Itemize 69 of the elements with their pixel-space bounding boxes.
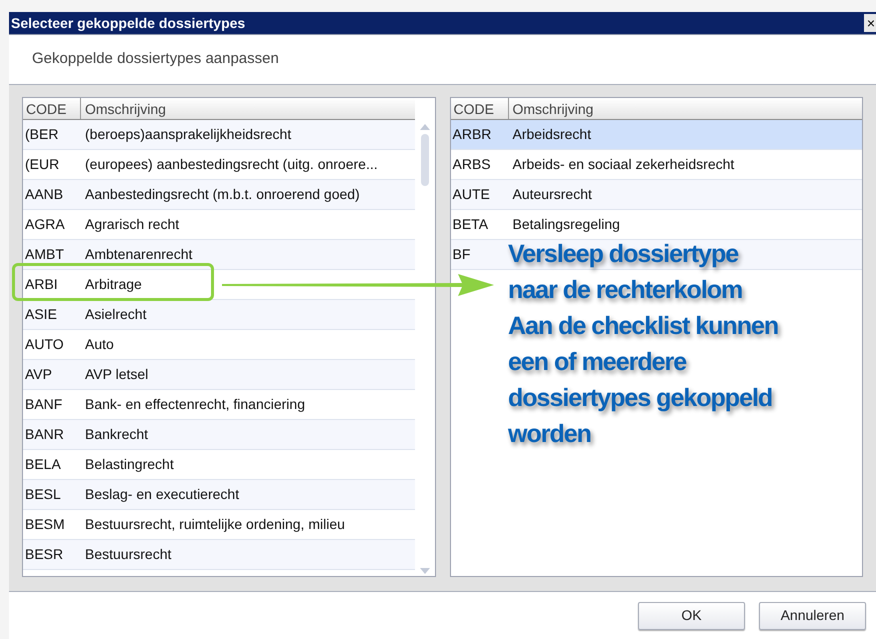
- list-row[interactable]: ARBS Arbeids- en sociaal zekerheidsrecht: [450, 150, 738, 179]
- annotation-text: Aan de checklist kunnen: [508, 311, 778, 342]
- list-row[interactable]: BESM Bestuursrecht, ruimtelijke ordening, milieu: [23, 510, 349, 539]
- code-cell-text: AUTO: [24, 335, 65, 354]
- code-cell-text: BESM: [24, 515, 66, 534]
- column-header[interactable]: CODE: [450, 98, 508, 119]
- description-cell-text: Bestuursrecht, ruimtelijke ordening, milieu: [84, 515, 346, 534]
- column-header[interactable]: Omschrijving: [81, 98, 414, 119]
- description-cell-text: Betalingsregeling: [512, 215, 621, 234]
- list-row[interactable]: BETA Betalingsregeling: [450, 210, 656, 239]
- window-title: Selecteer gekoppelde dossiertypes: [11, 14, 246, 33]
- list-row[interactable]: BANF Bank- en effectenrecht, financiering: [23, 390, 309, 419]
- code-cell-text: AANB: [24, 185, 64, 204]
- code-cell-text: AGRA: [24, 215, 66, 234]
- scroll-thumb[interactable]: [420, 134, 428, 186]
- description-cell-text: Bank- en effectenrecht, financiering: [84, 395, 306, 414]
- close-button[interactable]: ×: [864, 14, 876, 32]
- dialog-heading: Gekoppelde dossiertypes aanpassen: [32, 48, 279, 69]
- list-row[interactable]: BELA Belastingrecht: [23, 450, 219, 479]
- code-cell-text: (BER: [24, 125, 60, 144]
- code-cell-text: ASIE: [24, 305, 58, 324]
- code-cell-text: AUTE: [452, 185, 491, 204]
- code-cell-text: AMBT: [24, 245, 65, 264]
- description-cell-text: Bestuursrecht: [84, 545, 172, 564]
- annotation-text: Versleep dossiertype: [508, 239, 740, 270]
- annotation-text: dossiertypes gekoppeld: [508, 383, 774, 414]
- column-header[interactable]: CODE: [23, 98, 81, 119]
- annotation-text: naar de rechterkolom: [508, 275, 744, 306]
- description-cell-text: Arbeidsrecht: [512, 125, 592, 144]
- annotation-text: een of meerdere: [508, 347, 688, 378]
- list-row[interactable]: BF: [450, 240, 502, 269]
- list-row[interactable]: (EUR (europees) aanbestedingsrecht (uitg. onroere...: [23, 150, 382, 179]
- code-cell-text: BANR: [24, 425, 65, 444]
- description-cell-text: AVP letsel: [84, 365, 150, 384]
- list-row[interactable]: ARBI Arbitrage: [23, 270, 213, 299]
- code-cell-text: (EUR: [24, 155, 60, 174]
- scroll-down-icon[interactable]: [420, 568, 430, 574]
- available-list[interactable]: [22, 97, 436, 577]
- code-cell-text: BETA: [452, 215, 490, 234]
- description-cell-text: Bankrecht: [84, 425, 150, 444]
- code-cell-text: BELA: [24, 455, 62, 474]
- description-cell-text: Arbitrage: [84, 275, 143, 294]
- ok-button[interactable]: OK: [638, 602, 745, 630]
- list-row[interactable]: AUTO Auto: [23, 330, 219, 359]
- code-cell-text: BESL: [24, 485, 62, 504]
- description-cell-text: Auto: [84, 335, 115, 354]
- description-cell-text: (beroeps)aansprakelijkheidsrecht: [84, 125, 292, 144]
- annotation-text: worden: [508, 419, 592, 450]
- arrow-icon: [222, 274, 494, 296]
- code-cell-text: BF: [452, 245, 472, 264]
- description-cell-text: Ambtenarenrecht: [84, 245, 194, 264]
- description-cell-text: Belastingrecht: [84, 455, 175, 474]
- column-header[interactable]: Omschrijving: [508, 98, 862, 119]
- description-cell-text: Auteursrecht: [512, 185, 593, 204]
- description-cell-text: (europees) aanbestedingsrecht (uitg. onroere...: [84, 155, 379, 174]
- description-cell-text: Beslag- en executierecht: [84, 485, 240, 504]
- description-cell-text: Arbeids- en sociaal zekerheidsrecht: [512, 155, 736, 174]
- code-cell-text: BESR: [24, 545, 64, 564]
- list-row[interactable]: AGRA Agrarisch recht: [23, 210, 219, 239]
- description-cell-text: Aanbestedingsrecht (m.b.t. onroerend goed): [84, 185, 361, 204]
- code-cell-text: ARBR: [452, 125, 492, 144]
- code-cell-text: ARBS: [452, 155, 492, 174]
- description-cell-text: Asielrecht: [84, 305, 148, 324]
- scroll-up-icon[interactable]: [420, 124, 430, 130]
- code-cell-text: ARBI: [24, 275, 59, 294]
- code-cell-text: AVP: [24, 365, 53, 384]
- code-cell-text: BANF: [24, 395, 64, 414]
- description-cell-text: Agrarisch recht: [84, 215, 180, 234]
- cancel-button[interactable]: Annuleren: [759, 602, 866, 630]
